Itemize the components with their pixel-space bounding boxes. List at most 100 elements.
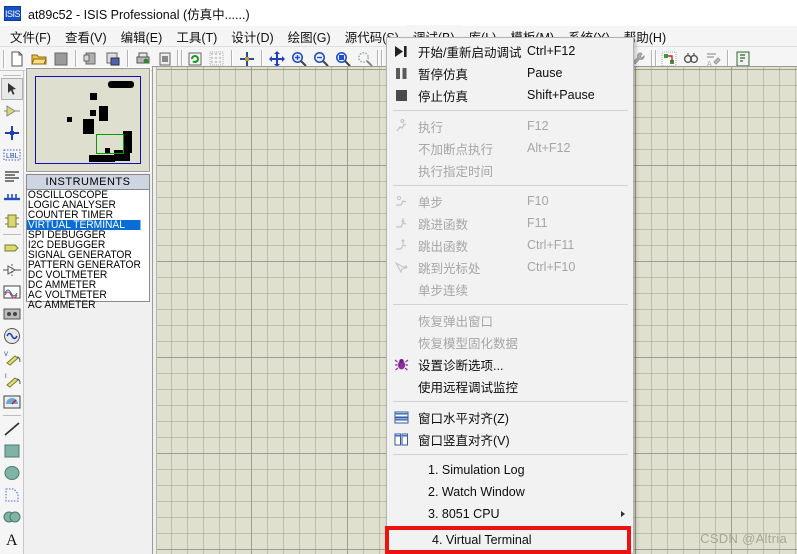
- menu-item-animated-step[interactable]: 单步连续: [387, 278, 633, 300]
- menu-item-label: 4. Virtual Terminal: [432, 533, 532, 547]
- instrument-item-ac-voltmeter[interactable]: AC VOLTMETER: [27, 290, 140, 300]
- toolbar-separator: [381, 49, 383, 68]
- menu-item-virtual-terminal[interactable]: 4. Virtual Terminal: [385, 526, 631, 554]
- toolbar-separator: [75, 49, 77, 68]
- overview-shape: [108, 81, 134, 88]
- instrument-item-virtual-terminal[interactable]: VIRTUAL TERMINAL: [27, 220, 141, 230]
- graph-mode-icon[interactable]: [1, 281, 23, 303]
- instrument-item-counter-timer[interactable]: COUNTER TIMER: [27, 210, 140, 220]
- menu-item-label: 使用远程调试监控: [418, 380, 519, 395]
- print-icon[interactable]: [132, 48, 154, 70]
- selection-mode-icon[interactable]: [0, 78, 23, 100]
- menu-item-step-over[interactable]: 单步 F10: [387, 190, 633, 212]
- tape-recorder-icon[interactable]: [1, 303, 23, 325]
- menu-item-configure-diagnostics[interactable]: 设置诊断选项...: [387, 353, 633, 375]
- menu-item-start-restart-debug[interactable]: 开始/重新启动调试 Ctrl+F12: [387, 40, 633, 62]
- menu-item-step-out[interactable]: 跳出函数 Ctrl+F11: [387, 234, 633, 256]
- new-file-icon[interactable]: [6, 48, 28, 70]
- terminals-icon[interactable]: [1, 237, 23, 259]
- menu-item-accel: F10: [527, 194, 549, 208]
- save-icon[interactable]: [50, 48, 72, 70]
- menu-item-label: 单步连续: [418, 283, 469, 298]
- step-over-icon: [393, 193, 410, 209]
- menu-item-use-remote-debug-monitor[interactable]: 使用远程调试监控: [387, 375, 633, 397]
- overview-shape: [99, 106, 108, 121]
- instrument-item-spi-debugger[interactable]: SPI DEBUGGER: [27, 230, 140, 240]
- menu-item-run-to-cursor[interactable]: 跳到光标处 Ctrl+F10: [387, 256, 633, 278]
- menu-separator: [393, 185, 628, 186]
- virtual-instruments-icon[interactable]: [1, 391, 23, 413]
- toolbar-separator: [181, 49, 183, 68]
- menu-item-run-without-breakpoints[interactable]: 不加断点执行 Alt+F12: [387, 137, 633, 159]
- generator-icon[interactable]: [1, 325, 23, 347]
- instrument-item-i2c-debugger[interactable]: I2C DEBUGGER: [27, 240, 140, 250]
- menu-item-step-into[interactable]: 跳进函数 F11: [387, 212, 633, 234]
- instrument-item-dc-voltmeter[interactable]: DC VOLTMETER: [27, 270, 140, 280]
- junction-dot-icon[interactable]: [1, 122, 23, 144]
- instrument-item-logic-analyser[interactable]: LOGIC ANALYSER: [27, 200, 140, 210]
- arc-tool-icon[interactable]: [1, 484, 23, 506]
- menu-item-label: 设置诊断选项...: [418, 358, 504, 373]
- circle-tool-icon[interactable]: [1, 462, 23, 484]
- overview-shape: [90, 93, 97, 100]
- subcircuit-icon[interactable]: [1, 210, 23, 232]
- menu-item-accel: F11: [527, 216, 548, 230]
- instrument-item-pattern-generator[interactable]: PATTERN GENERATOR: [27, 260, 141, 270]
- menu-item-watch-window[interactable]: 2. Watch Window: [387, 481, 633, 503]
- text-tool-icon[interactable]: A: [1, 528, 23, 550]
- menu-item-tile-horizontally[interactable]: 窗口水平对齐(Z): [387, 406, 633, 428]
- instrument-item-oscilloscope[interactable]: OSCILLOSCOPE: [27, 190, 140, 200]
- text-script-icon[interactable]: [1, 166, 23, 188]
- run-icon: [393, 118, 410, 134]
- instrument-item-signal-generator[interactable]: SIGNAL GENERATOR: [27, 250, 140, 260]
- line-tool-icon[interactable]: [1, 418, 23, 440]
- menu-item-reset-persistent-model-data[interactable]: 恢复模型固化数据: [387, 331, 633, 353]
- canvas-left-margin: [153, 67, 157, 554]
- import-section-icon[interactable]: [80, 48, 102, 70]
- menu-tools[interactable]: 工具(T): [169, 25, 224, 48]
- current-probe-icon[interactable]: I: [1, 369, 23, 391]
- toolbar-separator: [377, 49, 379, 68]
- menu-item-stop-simulation[interactable]: 停止仿真 Shift+Pause: [387, 84, 633, 106]
- component-mode-icon[interactable]: [1, 100, 23, 122]
- run-to-cursor-icon: [393, 259, 410, 275]
- menu-item-accel: Shift+Pause: [527, 88, 595, 102]
- menu-item-restore-popup-windows[interactable]: 恢复弹出窗口: [387, 309, 633, 331]
- overview-shape: [67, 117, 72, 122]
- overview-panel[interactable]: [25, 67, 151, 173]
- menu-item-tile-vertically[interactable]: 窗口竖直对齐(V): [387, 428, 633, 450]
- menu-graph[interactable]: 绘图(G): [281, 25, 338, 48]
- path-tool-icon[interactable]: [1, 506, 23, 528]
- menu-item-label: 执行指定时间: [418, 164, 494, 179]
- menu-item-accel: Alt+F12: [527, 141, 571, 155]
- overview-selection-box: [96, 134, 124, 154]
- menu-view[interactable]: 查看(V): [58, 25, 114, 48]
- menu-item-8051-cpu[interactable]: 3. 8051 CPU: [387, 503, 633, 525]
- menu-item-label: 恢复弹出窗口: [418, 314, 494, 329]
- instrument-item-dc-ammeter[interactable]: DC AMMETER: [27, 280, 140, 290]
- open-folder-icon[interactable]: [28, 48, 50, 70]
- export-section-icon[interactable]: [102, 48, 124, 70]
- pause-icon: [393, 65, 410, 81]
- menu-file[interactable]: 文件(F): [3, 25, 58, 48]
- device-pins-icon[interactable]: [1, 259, 23, 281]
- menu-design[interactable]: 设计(D): [224, 25, 280, 48]
- menu-item-run-for-specified-time[interactable]: 执行指定时间: [387, 159, 633, 181]
- wire-label-icon[interactable]: LBL: [1, 144, 23, 166]
- svg-text:LBL: LBL: [6, 153, 19, 160]
- menu-item-simulation-log[interactable]: 1. Simulation Log: [387, 459, 633, 481]
- application-window: ISIS at89c52 - ISIS Professional (仿真中...…: [0, 0, 797, 554]
- menu-item-run[interactable]: 执行 F12: [387, 115, 633, 137]
- box-tool-icon[interactable]: [1, 440, 23, 462]
- symbol-tool-icon[interactable]: [1, 550, 23, 554]
- overview-viewport: [35, 76, 141, 164]
- watermark-text: CSDN @Altria: [700, 531, 787, 546]
- bus-icon[interactable]: [1, 188, 23, 210]
- mode-toolbar: LBL V I A: [0, 71, 24, 554]
- instrument-item-ac-ammeter[interactable]: AC AMMETER: [27, 300, 140, 310]
- voltage-probe-icon[interactable]: V: [1, 347, 23, 369]
- toolbar-separator: [3, 49, 5, 68]
- menu-edit[interactable]: 编辑(E): [114, 25, 170, 48]
- menu-item-pause-simulation[interactable]: 暂停仿真 Pause: [387, 62, 633, 84]
- menu-item-label: 2. Watch Window: [428, 485, 525, 499]
